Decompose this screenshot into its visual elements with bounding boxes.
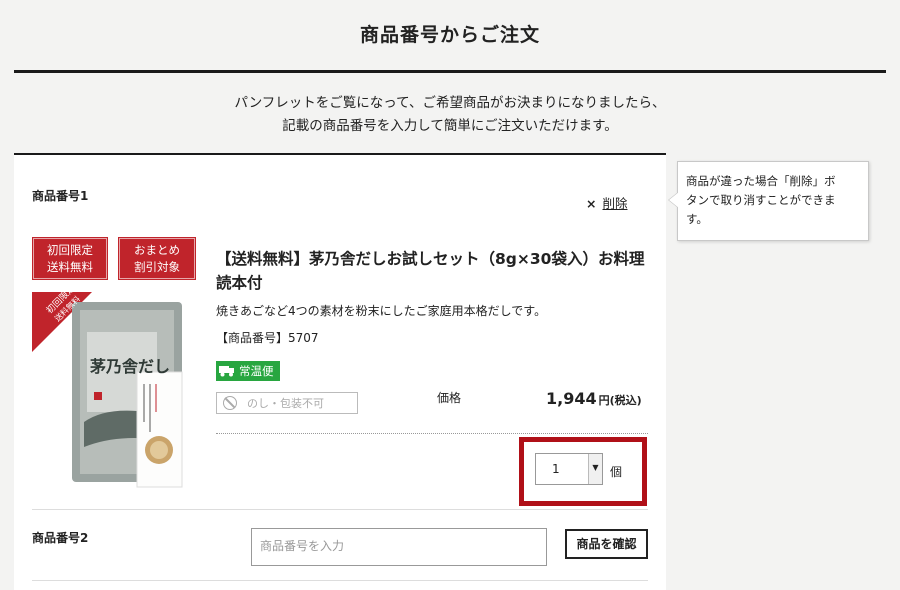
badge-bulk-discount: おまとめ 割引対象 — [118, 237, 196, 280]
intro-text: パンフレットをご覧になって、ご希望商品がお決まりになりましたら、 記載の商品番号… — [0, 92, 900, 138]
item2-number-label: 商品番号2 — [32, 531, 89, 545]
price-label: 価格 — [437, 391, 462, 405]
chevron-down-icon: ▼ — [588, 454, 602, 484]
package-name: 茅乃舎だし — [90, 357, 170, 376]
page-title: 商品番号からご注文 — [359, 24, 540, 46]
quantity-select[interactable]: 1 ▼ — [535, 453, 603, 485]
quantity-unit: 個 — [610, 465, 623, 479]
product-image: 初回限定 送料無料 茅乃舎だし — [32, 292, 199, 497]
prohibited-icon — [223, 396, 237, 410]
noshi-label: のし・包装不可 — [247, 397, 324, 410]
noshi-badge: のし・包装不可 — [216, 392, 358, 414]
badge-first-time-free-shipping: 初回限定 送料無料 — [32, 237, 108, 280]
intro-line-2: 記載の商品番号を入力して簡単にご注文いただけます。 — [282, 118, 618, 134]
confirm-product-button[interactable]: 商品を確認 — [565, 529, 648, 559]
quantity-value: 1 — [552, 462, 560, 476]
product-code-input[interactable]: 商品番号を入力 — [251, 528, 547, 566]
delete-tooltip: 商品が違った場合「削除」ボ タンで取り消すことができま す。 — [668, 161, 869, 241]
product-package-illustration: 初回限定 送料無料 茅乃舎だし — [32, 292, 183, 488]
dotted-divider — [216, 433, 648, 434]
item1-number-label: 商品番号1 — [32, 189, 89, 203]
row-divider — [32, 580, 648, 581]
product-description: 焼きあごなど4つの素材を粉末にしたご家庭用本格だしです。 — [216, 304, 547, 318]
delete-button[interactable]: × 削除 — [586, 193, 628, 212]
row-divider — [32, 509, 648, 510]
title-divider — [14, 70, 886, 73]
product-code: 【商品番号】5707 — [216, 331, 319, 345]
delete-label: 削除 — [602, 196, 628, 211]
price-value: 1,944 円(税込) — [546, 389, 642, 408]
product-title: 【送料無料】茅乃舎だしお試しセット（8g×30袋入）お料理読本付 — [216, 250, 645, 292]
truck-icon — [219, 366, 234, 377]
ambient-shipping-badge: 常温便 — [216, 361, 280, 381]
intro-line-1: パンフレットをご覧になって、ご希望商品がお決まりになりましたら、 — [234, 95, 666, 111]
close-icon: × — [586, 196, 597, 211]
ambient-label: 常温便 — [239, 364, 274, 378]
order-panel: 商品番号1 × 削除 初回限定 送料無料 おまとめ 割引対象 初回限定 送料無料 … — [14, 153, 666, 590]
